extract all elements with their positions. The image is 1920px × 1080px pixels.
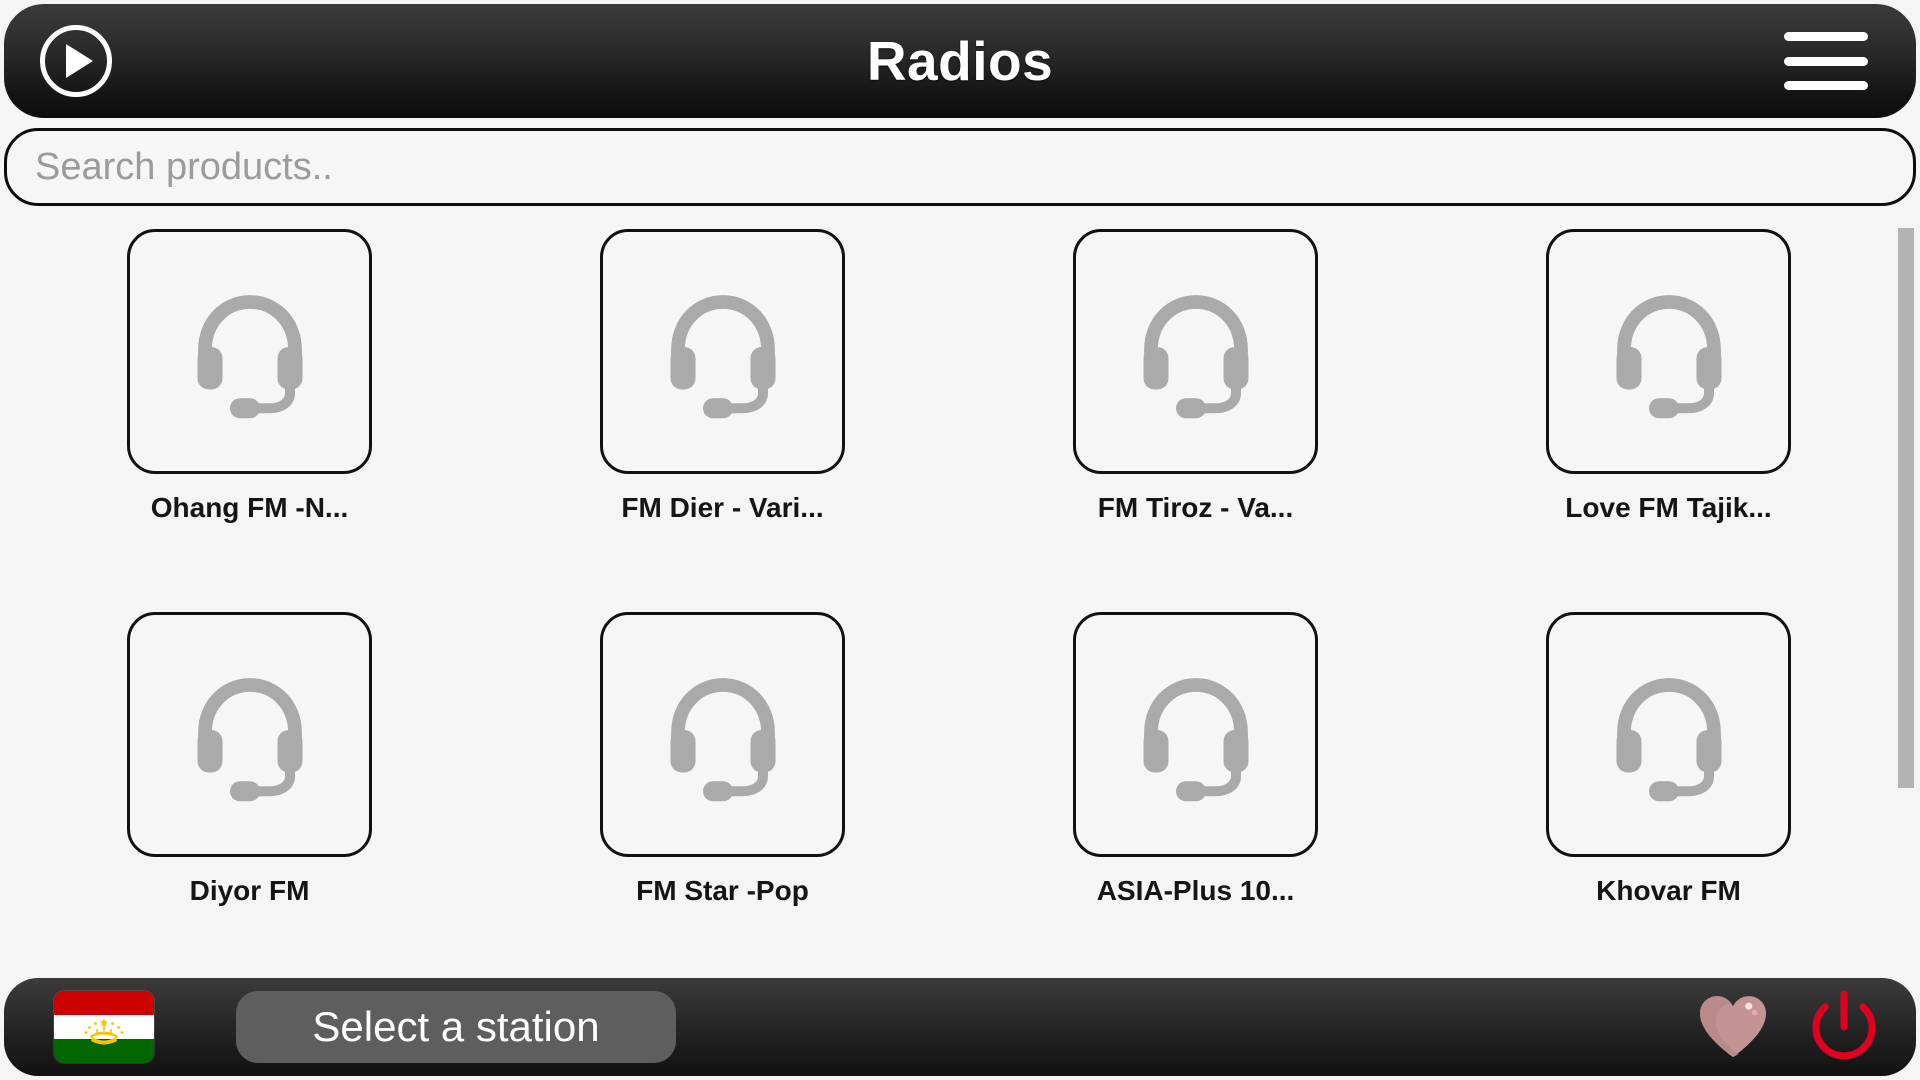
station-item[interactable]: Love FM Tajik... <box>1546 229 1791 524</box>
search-input[interactable] <box>4 128 1916 206</box>
headset-icon <box>1143 677 1248 801</box>
station-label: Diyor FM <box>189 875 310 906</box>
station-item[interactable]: Diyor FM <box>127 612 372 907</box>
page-title: Radios <box>866 30 1054 92</box>
station-card[interactable] <box>1073 612 1318 857</box>
station-label: Khovar FM <box>1596 875 1741 906</box>
power-icon[interactable] <box>1798 981 1890 1073</box>
bottom-bar: Select a station <box>4 978 1916 1076</box>
headset-icon <box>197 677 302 801</box>
station-item[interactable]: FM Dier - Vari... <box>600 229 845 524</box>
hamburger-bar <box>1784 32 1868 41</box>
scrollbar-thumb[interactable] <box>1898 228 1914 788</box>
app-header: Radios <box>4 4 1916 118</box>
station-grid: Ohang FM -N... FM Dier - Vari... FM Tiro… <box>0 218 1920 978</box>
station-label: FM Dier - Vari... <box>621 492 824 523</box>
station-item[interactable]: FM Tiroz - Va... <box>1073 229 1318 524</box>
station-item[interactable]: Ohang FM -N... <box>127 229 372 524</box>
station-card[interactable] <box>1073 229 1318 474</box>
headset-icon <box>670 294 775 418</box>
station-item[interactable]: ASIA-Plus 10... <box>1073 612 1318 907</box>
station-label: FM Tiroz - Va... <box>1097 492 1294 523</box>
hamburger-bar <box>1784 81 1868 90</box>
headset-icon <box>1616 294 1721 418</box>
headset-icon <box>670 677 775 801</box>
station-card[interactable] <box>1546 612 1791 857</box>
station-grid-area: Ohang FM -N... FM Dier - Vari... FM Tiro… <box>0 218 1920 978</box>
hamburger-bar <box>1784 56 1868 66</box>
search-bar <box>4 128 1916 206</box>
radios-app: Radios Ohang FM -N... FM Dier - Var <box>0 0 1920 1080</box>
headset-icon <box>197 294 302 418</box>
selected-station-button[interactable]: Select a station <box>236 991 676 1063</box>
headset-icon <box>1143 294 1248 418</box>
station-label: FM Star -Pop <box>636 875 809 906</box>
headset-icon <box>1616 677 1721 801</box>
hamburger-menu-icon[interactable] <box>1784 32 1868 90</box>
station-card[interactable] <box>1546 229 1791 474</box>
station-label: Love FM Tajik... <box>1565 492 1772 523</box>
station-label: ASIA-Plus 10... <box>1096 875 1295 906</box>
station-card[interactable] <box>600 612 845 857</box>
station-card[interactable] <box>600 229 845 474</box>
station-item[interactable]: Khovar FM <box>1546 612 1791 907</box>
heart-icon[interactable] <box>1692 986 1774 1068</box>
station-card[interactable] <box>127 229 372 474</box>
selected-station-label: Select a station <box>312 1003 600 1050</box>
tajikistan-flag-icon <box>54 991 154 1063</box>
station-card[interactable] <box>127 612 372 857</box>
station-item[interactable]: FM Star -Pop <box>600 612 845 907</box>
station-label: Ohang FM -N... <box>150 492 349 523</box>
